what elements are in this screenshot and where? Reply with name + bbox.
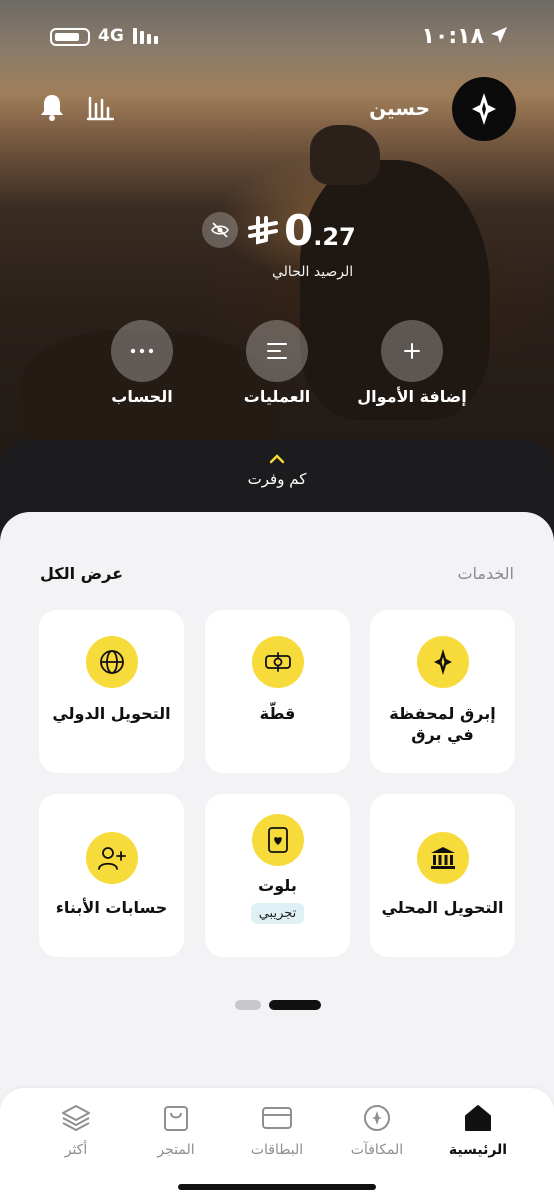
split-icon [264, 652, 291, 672]
add-funds-label: إضافة الأموال [357, 387, 467, 406]
tab-label: المتجر [157, 1142, 195, 1158]
service-baloot[interactable]: بلوت تجريبي [205, 794, 350, 957]
bank-icon [430, 847, 455, 869]
add-funds-action[interactable]: إضافة الأموال [337, 320, 487, 406]
tab-label: الرئيسية [448, 1142, 508, 1158]
account-label: الحساب [111, 387, 173, 406]
status-time: ١٠:١٨ [421, 24, 484, 49]
transactions-action[interactable]: العمليات [202, 320, 352, 406]
service-barq-wallet[interactable]: إبرق لمحفظة في برق [370, 610, 515, 773]
shopping-bag-icon [164, 1106, 188, 1131]
hide-balance-button[interactable] [202, 212, 238, 248]
home-indicator [178, 1184, 376, 1190]
service-icon-circle [416, 636, 469, 688]
service-icon-circle [251, 814, 304, 866]
user-name: حسين [369, 96, 430, 120]
home-icon [465, 1105, 491, 1131]
profile-avatar[interactable] [452, 77, 516, 141]
service-icon-circle [251, 636, 304, 688]
view-all-link[interactable]: عرض الكل [40, 564, 123, 583]
tab-label: المكافآت [350, 1142, 404, 1158]
service-label: قطّة [259, 704, 296, 723]
playing-card-icon [267, 827, 288, 853]
beta-badge: تجريبي [250, 902, 305, 924]
barq-star-icon [433, 649, 452, 675]
add-funds-button[interactable] [381, 320, 443, 382]
service-split[interactable]: قطّة [205, 610, 350, 773]
page-dot-active[interactable] [269, 1000, 321, 1010]
signal-icon [133, 28, 158, 44]
riyal-symbol-icon [248, 216, 278, 245]
plus-icon [404, 343, 420, 359]
balance-display: 0.27 [0, 206, 554, 258]
service-label: إبرق لمحفظة في برق [389, 704, 496, 744]
status-bar: 4G ١٠:١٨ [0, 22, 554, 54]
eye-off-icon [211, 222, 229, 238]
barq-star-icon [472, 93, 496, 125]
transactions-label: العمليات [243, 387, 311, 406]
service-kids-accounts[interactable]: حسابات الأبناء [39, 794, 184, 957]
service-icon-circle [85, 636, 138, 688]
service-icon-circle [85, 832, 138, 884]
rewards-icon [364, 1105, 390, 1131]
service-label: التحويل المحلي [381, 898, 504, 917]
bell-icon[interactable] [38, 92, 66, 122]
service-international-transfer[interactable]: التحويل الدولي [39, 610, 184, 773]
account-button[interactable] [111, 320, 173, 382]
location-arrow-icon [491, 27, 507, 43]
tab-more[interactable]: أكثر [26, 1102, 126, 1158]
transactions-button[interactable] [246, 320, 308, 382]
globe-icon [99, 650, 124, 674]
tab-home[interactable]: الرئيسية [428, 1102, 528, 1158]
service-label: حسابات الأبناء [55, 898, 168, 917]
more-dots-icon [130, 348, 154, 354]
balance-decimal: .27 [313, 223, 356, 251]
stats-icon[interactable] [86, 94, 114, 122]
page-dot[interactable] [235, 1000, 261, 1010]
credit-card-icon [262, 1107, 292, 1129]
list-icon [267, 343, 287, 359]
savings-label[interactable]: كم وفرت [0, 470, 554, 488]
tab-cards[interactable]: البطاقات [227, 1102, 327, 1158]
service-local-transfer[interactable]: التحويل المحلي [370, 794, 515, 957]
page-indicator [235, 1000, 321, 1010]
tab-label: البطاقات [250, 1142, 304, 1158]
tab-label: أكثر [64, 1142, 88, 1158]
account-action[interactable]: الحساب [67, 320, 217, 406]
service-label: التحويل الدولي [52, 704, 171, 723]
tab-store[interactable]: المتجر [126, 1102, 226, 1158]
chevron-up-icon[interactable] [269, 454, 285, 464]
service-icon-circle [416, 832, 469, 884]
services-title: الخدمات [457, 564, 514, 583]
balance-integer: 0 [284, 206, 314, 255]
add-user-icon [97, 847, 126, 870]
network-type: 4G [98, 26, 124, 46]
layers-icon [62, 1105, 90, 1131]
tab-rewards[interactable]: المكافآت [327, 1102, 427, 1158]
balance-amount: 0.27 [284, 206, 356, 255]
service-label: بلوت [258, 876, 297, 895]
balance-label: الرصيد الحالي [272, 264, 354, 280]
desert-rock [310, 125, 380, 185]
battery-icon [50, 28, 90, 46]
